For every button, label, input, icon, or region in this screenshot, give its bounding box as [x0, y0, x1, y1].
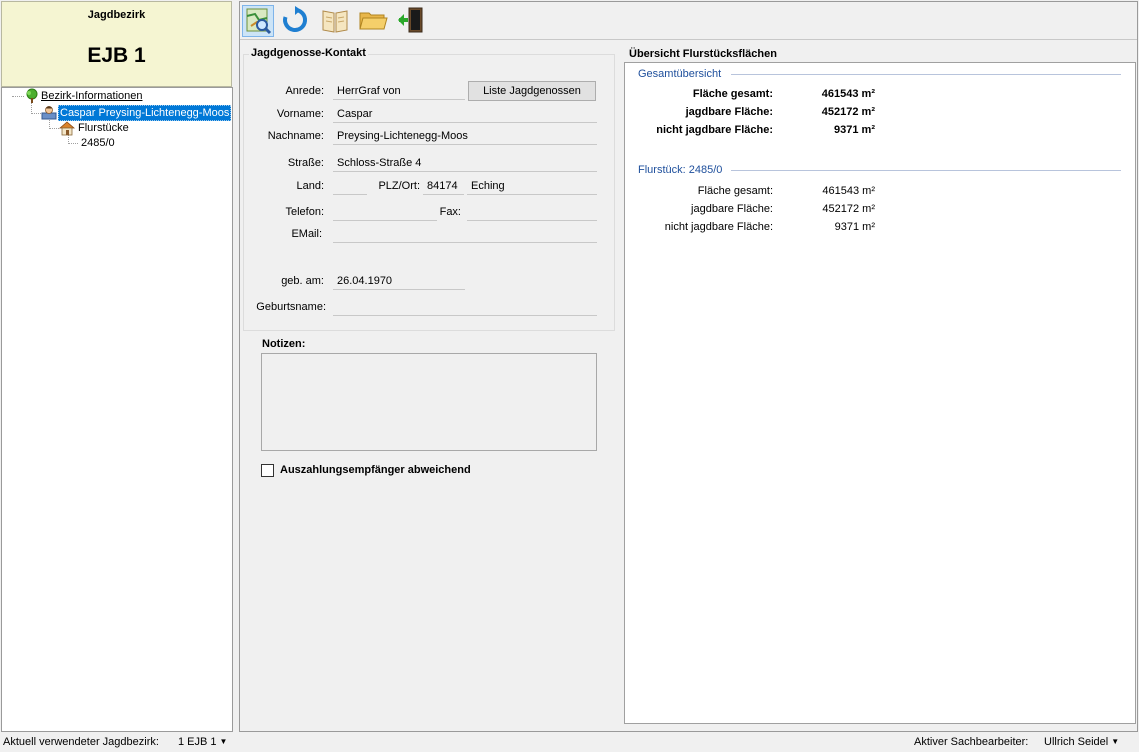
anrede-label: Anrede: — [285, 85, 324, 97]
bezirk-header-label: Jagdbezirk — [87, 9, 146, 21]
tree-connector — [68, 143, 78, 144]
status-sachbearbeiter-dropdown[interactable]: Ullrich Seidel ▼ — [1044, 736, 1119, 748]
geb-am-label: geb. am: — [281, 275, 324, 287]
tree-item-owner[interactable]: Caspar Preysing-Lichtenegg-Moos — [58, 105, 232, 121]
notes-textarea[interactable] — [261, 353, 597, 451]
notes-label: Notizen: — [262, 338, 306, 350]
parcel-huntable-value: 452172 m² — [822, 203, 875, 215]
toolbar — [240, 2, 1137, 40]
parcel-huntable-label: jagdbare Fläche: — [691, 203, 773, 215]
total-huntable-label: jagdbare Fläche: — [685, 106, 773, 118]
status-sachbearbeiter-value: Ullrich Seidel — [1044, 736, 1109, 748]
bezirk-header: Jagdbezirk EJB 1 — [1, 1, 232, 87]
status-bar: Aktuell verwendeter Jagdbezirk: 1 EJB 1 ▼… — [0, 733, 1139, 752]
liste-jagdgenossen-button[interactable]: Liste Jagdgenossen — [468, 81, 596, 101]
parcel-area-label: Fläche gesamt: — [697, 185, 773, 197]
tree-connector — [31, 113, 41, 114]
total-huntable-value: 452172 m² — [821, 106, 875, 118]
contact-group-title: Jagdgenosse-Kontakt — [249, 47, 368, 59]
total-nonhuntable-label: nicht jagdbare Fläche: — [656, 124, 773, 136]
payout-checkbox-label[interactable]: Auszahlungsempfänger abweichend — [280, 464, 471, 476]
refresh-icon[interactable] — [280, 5, 312, 37]
geb-am-field[interactable]: 26.04.1970 — [333, 272, 465, 290]
bezirk-header-name: EJB 1 — [87, 44, 146, 67]
overview-title: Übersicht Flurstücksflächen — [629, 48, 777, 60]
nachname-field[interactable]: Preysing-Lichtenegg-Moos — [333, 127, 597, 145]
anrede-field[interactable]: HerrGraf von — [333, 82, 465, 100]
tree-connector — [49, 128, 59, 129]
map-search-icon[interactable] — [242, 5, 274, 37]
land-label: Land: — [296, 180, 324, 192]
geburtsname-label: Geburtsname: — [256, 301, 326, 313]
land-field[interactable] — [333, 177, 367, 195]
fax-label: Fax: — [439, 206, 461, 218]
parcel-nonhuntable-value: 9371 m² — [834, 221, 875, 233]
plz-field[interactable]: 84174 — [423, 177, 464, 195]
tree-connector — [12, 96, 24, 97]
geburtsname-field[interactable] — [333, 298, 597, 316]
tree-icon — [24, 88, 40, 104]
parcel-nonhuntable-label: nicht jagdbare Fläche: — [664, 221, 773, 233]
total-area-value: 461543 m² — [821, 88, 875, 100]
tree-item-flurstuecke[interactable]: Flurstücke — [78, 121, 129, 135]
payout-checkbox[interactable] — [261, 464, 274, 477]
chevron-down-icon: ▼ — [1111, 737, 1120, 746]
strasse-label: Straße: — [287, 157, 324, 169]
house-icon — [58, 120, 76, 136]
tree-item-parcel[interactable]: 2485/0 — [81, 136, 115, 150]
book-icon[interactable] — [320, 5, 352, 37]
telefon-label: Telefon: — [285, 206, 324, 218]
status-sachbearbeiter-label: Aktiver Sachbearbeiter: — [914, 736, 1029, 748]
chevron-down-icon: ▼ — [219, 737, 228, 746]
email-field[interactable] — [333, 225, 597, 243]
person-icon — [41, 104, 57, 120]
parcel-section-title: Flurstück: 2485/0 — [638, 164, 727, 176]
vorname-field[interactable]: Caspar — [333, 105, 597, 123]
email-label: EMail: — [291, 228, 322, 240]
tree-item-bezirk-informationen[interactable]: Bezirk-Informationen — [41, 89, 143, 103]
vorname-label: Vorname: — [276, 108, 324, 120]
folder-icon[interactable] — [358, 5, 390, 37]
section-divider — [731, 170, 1121, 171]
parcel-area-value: 461543 m² — [822, 185, 875, 197]
plz-ort-label: PLZ/Ort: — [378, 180, 420, 192]
status-bezirk-value: 1 EJB 1 — [178, 736, 217, 748]
fax-field[interactable] — [467, 203, 597, 221]
total-nonhuntable-value: 9371 m² — [834, 124, 875, 136]
status-bezirk-label: Aktuell verwendeter Jagdbezirk: — [3, 736, 159, 748]
strasse-field[interactable]: Schloss-Straße 4 — [333, 154, 597, 172]
total-area-label: Fläche gesamt: — [692, 88, 773, 100]
section-divider — [731, 74, 1121, 75]
overview-panel: Gesamtübersicht Fläche gesamt: 461543 m²… — [624, 62, 1136, 724]
ort-field[interactable]: Eching — [467, 177, 597, 195]
navigation-tree[interactable]: Bezirk-Informationen Caspar Preysing-Lic… — [1, 87, 233, 732]
status-bezirk-dropdown[interactable]: 1 EJB 1 ▼ — [178, 736, 227, 748]
total-section-title: Gesamtübersicht — [638, 68, 726, 80]
nachname-label: Nachname: — [267, 130, 324, 142]
exit-door-icon[interactable] — [396, 5, 428, 37]
